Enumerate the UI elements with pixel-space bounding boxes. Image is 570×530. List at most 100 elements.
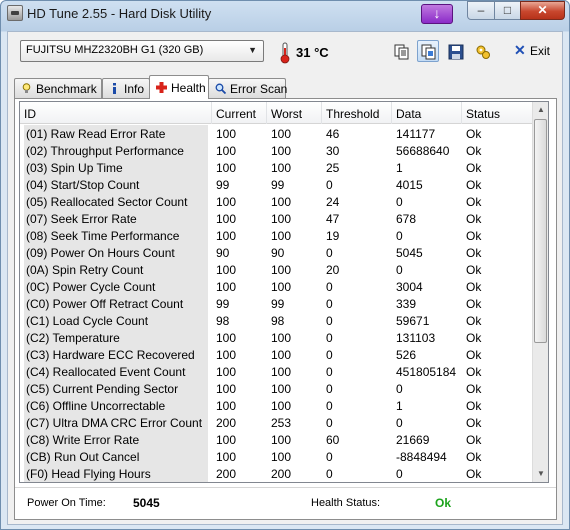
save-icon (448, 44, 464, 60)
table-row[interactable]: (C5) Current Pending Sector 100 100 0 0 Ok (20, 380, 533, 397)
cell-threshold: 24 (326, 195, 340, 209)
table-row[interactable]: (C1) Load Cycle Count 98 98 0 59671 Ok (20, 312, 533, 329)
cell-worst: 100 (271, 263, 292, 277)
cell-data: 0 (396, 416, 403, 430)
cell-data: 5045 (396, 246, 423, 260)
cell-data: 339 (396, 297, 417, 311)
cell-worst: 99 (271, 297, 285, 311)
cell-current: 90 (216, 246, 230, 260)
minimize-button[interactable]: – (467, 1, 495, 20)
cell-threshold: 0 (326, 382, 333, 396)
copy-text-button[interactable] (390, 40, 412, 62)
cell-data: 0 (396, 229, 403, 243)
cell-id: (CB) Run Out Cancel (24, 448, 208, 465)
health-status-label: Health Status: (311, 497, 381, 509)
scroll-thumb[interactable] (534, 119, 547, 343)
health-panel: ID Current Worst Threshold Data Status (… (14, 98, 557, 520)
exit-button[interactable]: ✕ Exit (510, 40, 552, 62)
cell-worst: 100 (271, 348, 292, 362)
temperature-value: 31 °C (296, 45, 329, 60)
drive-select[interactable]: FUJITSU MHZ2320BH G1 (320 GB) ▼ (20, 40, 264, 62)
table-row[interactable]: (0A) Spin Retry Count 100 100 20 0 Ok (20, 261, 533, 278)
cell-worst: 98 (271, 314, 285, 328)
title-bar[interactable]: HD Tune 2.55 - Hard Disk Utility ↓ – □ ✕ (1, 1, 569, 27)
cell-current: 100 (216, 382, 237, 396)
cell-current: 100 (216, 433, 237, 447)
cell-worst: 200 (271, 467, 292, 481)
vertical-scrollbar[interactable]: ▲ ▼ (532, 102, 548, 482)
download-arrow-button[interactable]: ↓ (421, 4, 453, 24)
table-row[interactable]: (04) Start/Stop Count 99 99 0 4015 Ok (20, 176, 533, 193)
cell-status: Ok (466, 127, 482, 141)
cell-worst: 100 (271, 161, 292, 175)
table-row[interactable]: (08) Seek Time Performance 100 100 19 0 Ok (20, 227, 533, 244)
table-row[interactable]: (0C) Power Cycle Count 100 100 0 3004 Ok (20, 278, 533, 295)
cell-status: Ok (466, 144, 482, 158)
column-header-data[interactable]: Data (392, 102, 462, 124)
table-row[interactable]: (F0) Head Flying Hours 200 200 0 0 Ok (20, 465, 533, 482)
lightbulb-icon (22, 83, 31, 93)
table-row[interactable]: (03) Spin Up Time 100 100 25 1 Ok (20, 159, 533, 176)
cell-id: (C5) Current Pending Sector (24, 380, 208, 397)
cell-data: 4015 (396, 178, 423, 192)
tab-benchmark[interactable]: Benchmark (14, 78, 102, 98)
tab-error-scan[interactable]: Error Scan (208, 78, 287, 98)
copy-screenshot-button[interactable] (417, 40, 439, 62)
column-header-worst[interactable]: Worst (267, 102, 322, 124)
column-header-current[interactable]: Current (212, 102, 267, 124)
table-row[interactable]: (C7) Ultra DMA CRC Error Count 200 253 0 0 Ok (20, 414, 533, 431)
column-header-status[interactable]: Status (462, 102, 533, 124)
table-row[interactable]: (C0) Power Off Retract Count 99 99 0 339 Ok (20, 295, 533, 312)
cell-status: Ok (466, 382, 482, 396)
maximize-button[interactable]: □ (494, 1, 521, 20)
table-row[interactable]: (05) Reallocated Sector Count 100 100 24 0 Ok (20, 193, 533, 210)
tab-health[interactable]: Health (149, 75, 209, 99)
table-row[interactable]: (C8) Write Error Rate 100 100 60 21669 Ok (20, 431, 533, 448)
cell-status: Ok (466, 467, 482, 481)
cell-worst: 100 (271, 127, 292, 141)
cell-data: 451805184 (396, 365, 457, 379)
cell-id: (C6) Offline Uncorrectable (24, 397, 208, 414)
cell-status: Ok (466, 314, 482, 328)
table-row[interactable]: (01) Raw Read Error Rate 100 100 46 141177 Ok (20, 125, 533, 142)
scroll-down-arrow-icon[interactable]: ▼ (533, 466, 548, 482)
table-row[interactable]: (07) Seek Error Rate 100 100 47 678 Ok (20, 210, 533, 227)
cell-threshold: 47 (326, 212, 340, 226)
table-row[interactable]: (C2) Temperature 100 100 0 131103 Ok (20, 329, 533, 346)
cell-threshold: 0 (326, 467, 333, 481)
cell-id: (F0) Head Flying Hours (24, 465, 208, 482)
column-header-id[interactable]: ID (20, 102, 212, 124)
cell-threshold: 0 (326, 365, 333, 379)
cell-status: Ok (466, 212, 482, 226)
options-button[interactable] (471, 40, 493, 62)
cell-status: Ok (466, 297, 482, 311)
cell-id: (04) Start/Stop Count (24, 176, 208, 193)
cell-data: 526 (396, 348, 417, 362)
table-row[interactable]: (CB) Run Out Cancel 100 100 0 -8848494 Ok (20, 448, 533, 465)
column-header-threshold[interactable]: Threshold (322, 102, 392, 124)
cell-id: (02) Throughput Performance (24, 142, 208, 159)
cell-worst: 100 (271, 382, 292, 396)
tab-info[interactable]: Info (102, 78, 150, 98)
table-row[interactable]: (02) Throughput Performance 100 100 30 56688… (20, 142, 533, 159)
smart-attributes-table[interactable]: ID Current Worst Threshold Data Status (… (19, 101, 549, 483)
table-row[interactable]: (C6) Offline Uncorrectable 100 100 0 1 Ok (20, 397, 533, 414)
cell-current: 100 (216, 280, 237, 294)
window-title: HD Tune 2.55 - Hard Disk Utility (27, 6, 212, 21)
drive-select-value: FUJITSU MHZ2320BH G1 (320 GB) (26, 44, 204, 56)
power-on-time-label: Power On Time: (27, 497, 106, 509)
cell-id: (C8) Write Error Rate (24, 431, 208, 448)
table-row[interactable]: (09) Power On Hours Count 90 90 0 5045 Ok (20, 244, 533, 261)
cell-data: 131103 (396, 331, 436, 345)
cell-id: (05) Reallocated Sector Count (24, 193, 208, 210)
cell-data: 0 (396, 195, 403, 209)
cell-id: (01) Raw Read Error Rate (24, 125, 208, 142)
save-button[interactable] (444, 40, 466, 62)
table-row[interactable]: (C4) Reallocated Event Count 100 100 0 45180… (20, 363, 533, 380)
cell-threshold: 0 (326, 348, 333, 362)
tab-benchmark-label: Benchmark (36, 82, 97, 96)
close-button[interactable]: ✕ (520, 1, 565, 20)
table-row[interactable]: (C3) Hardware ECC Recovered 100 100 0 526 Ok (20, 346, 533, 363)
scroll-up-arrow-icon[interactable]: ▲ (533, 102, 548, 118)
chevron-down-icon: ▼ (248, 45, 257, 55)
